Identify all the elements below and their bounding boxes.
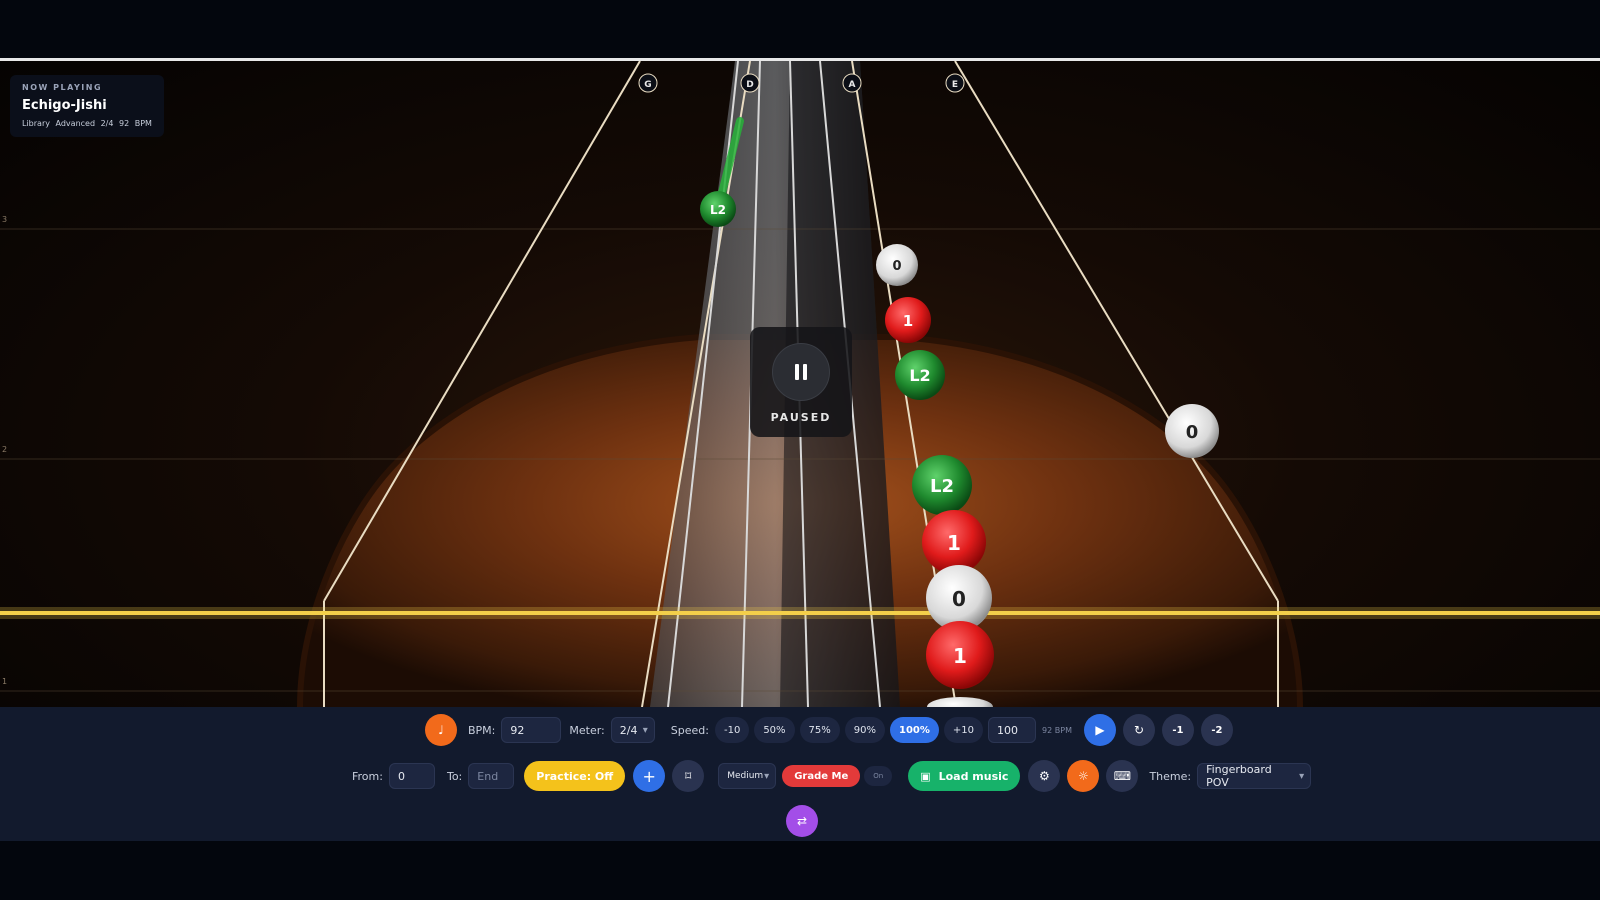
string-marker-e: E (945, 73, 965, 93)
svg-text:1: 1 (947, 531, 961, 555)
grade-toggle[interactable]: On (864, 766, 893, 786)
pause-overlay: PAUSED (750, 327, 852, 437)
restart-icon: ↻ (1133, 723, 1144, 737)
pause-icon (793, 364, 809, 380)
control-panel: ♩ BPM: 92 Meter: 2/4 Speed: -10 50% 75% … (0, 707, 1600, 841)
gear-icon: ⚙ (1039, 769, 1050, 783)
plus-icon: + (642, 766, 656, 786)
sun-icon: ☼ (1078, 769, 1089, 783)
speed-plus-10[interactable]: +10 (943, 717, 984, 743)
practice-toggle-button[interactable]: Practice: Off (524, 761, 626, 791)
metronome-icon: ♩ (438, 723, 444, 737)
pause-button[interactable] (772, 343, 830, 401)
to-label: To: (446, 769, 463, 783)
from-label: From: (352, 769, 383, 783)
speed-100[interactable]: 100% (890, 717, 939, 743)
load-music-button[interactable]: ▣ Load music (908, 761, 1021, 791)
note-ball: 1 (926, 621, 994, 689)
song-title: Echigo-Jishi (22, 98, 107, 113)
repeat-icon: ⇄ (796, 814, 808, 828)
grade-me-button[interactable]: Grade Me (782, 765, 861, 787)
meter-value: 2/4 (619, 723, 638, 737)
difficulty-value: Medium (727, 771, 764, 781)
speed-minus-10[interactable]: -10 (714, 717, 750, 743)
bookmark-icon: ⌑ (685, 769, 692, 783)
bpm-readout: 92 BPM (1042, 725, 1072, 735)
theme-value: Fingerboard POV (1206, 763, 1272, 789)
practice-toolbar: From: 0 To: End Practice: Off + ⌑ Medium… (348, 759, 1312, 793)
svg-text:E: E (952, 80, 958, 90)
note-ball: L2 (700, 191, 736, 227)
svg-text:L2: L2 (930, 476, 954, 497)
speed-label: Speed: (670, 723, 709, 737)
svg-text:0: 0 (892, 259, 901, 274)
row-label: 2 (2, 445, 8, 454)
music-file-icon: ▣ (920, 769, 931, 783)
string-marker-d: D (740, 73, 760, 93)
from-input[interactable]: 0 (388, 763, 435, 789)
to-input[interactable]: End (468, 763, 515, 789)
sun-button[interactable]: ☼ (1067, 760, 1100, 792)
loop-button[interactable]: ⇄ (786, 805, 818, 837)
svg-text:L2: L2 (909, 366, 930, 385)
note-ball: L2 (895, 350, 945, 400)
step-back-1-button[interactable]: -1 (1161, 714, 1194, 746)
svg-text:1: 1 (953, 644, 967, 668)
bpm-label: BPM: (468, 723, 496, 737)
string-marker-a: A (842, 73, 862, 93)
note-ball: L2 (912, 455, 972, 515)
restart-button[interactable]: ↻ (1122, 714, 1155, 746)
svg-text:G: G (644, 80, 651, 90)
now-playing-label: NOW PLAYING (22, 83, 103, 92)
speed-50[interactable]: 50% (754, 717, 795, 743)
load-music-label: Load music (938, 769, 1009, 783)
speed-75[interactable]: 75% (799, 717, 840, 743)
svg-text:L2: L2 (710, 203, 726, 217)
keyboard-button[interactable]: ⌨ (1106, 760, 1139, 792)
add-loop-button[interactable]: + (633, 760, 666, 792)
speed-90[interactable]: 90% (844, 717, 886, 743)
row-label: 3 (2, 215, 8, 224)
string-marker-g: G (638, 73, 658, 93)
paused-status: PAUSED (770, 411, 832, 424)
fingerboard-visualizer[interactable]: G D A E L2 0 1 L2 0 L2 1 0 1 3 2 1 NOW P… (0, 61, 1600, 707)
svg-text:A: A (849, 80, 856, 90)
row-label: 1 (2, 677, 8, 686)
bookmark-button[interactable]: ⌑ (672, 760, 705, 792)
app-stage: G D A E L2 0 1 L2 0 L2 1 0 1 3 2 1 NOW P… (0, 0, 1600, 900)
meter-select[interactable]: 2/4 (610, 717, 655, 743)
svg-text:D: D (746, 80, 753, 90)
theme-label: Theme: (1149, 769, 1192, 783)
bpm-input[interactable]: 92 (501, 717, 562, 743)
keyboard-icon: ⌨ (1113, 769, 1132, 783)
metronome-button[interactable]: ♩ (425, 714, 457, 746)
step-back-2-button[interactable]: -2 (1200, 714, 1233, 746)
note-ball: 0 (876, 244, 918, 286)
settings-button[interactable]: ⚙ (1028, 760, 1061, 792)
playback-toolbar: ♩ BPM: 92 Meter: 2/4 Speed: -10 50% 75% … (425, 713, 1240, 747)
svg-text:1: 1 (903, 312, 913, 330)
difficulty-select[interactable]: Medium (718, 763, 777, 789)
theme-select[interactable]: Fingerboard POV (1197, 763, 1312, 789)
speed-input[interactable]: 100 (988, 717, 1037, 743)
svg-text:0: 0 (952, 587, 966, 611)
bottom-letterbox (0, 841, 1600, 900)
now-playing-card: NOW PLAYING Echigo-Jishi Library Advance… (10, 75, 164, 137)
note-ball: 1 (922, 510, 986, 574)
note-ball: 0 (1165, 404, 1219, 458)
note-ball: 1 (885, 297, 931, 343)
svg-text:0: 0 (1186, 422, 1199, 443)
meter-label: Meter: (569, 723, 605, 737)
play-icon: ▶ (1095, 723, 1105, 737)
song-meta: Library Advanced 2/4 92 BPM (22, 119, 152, 128)
play-button[interactable]: ▶ (1083, 714, 1116, 746)
